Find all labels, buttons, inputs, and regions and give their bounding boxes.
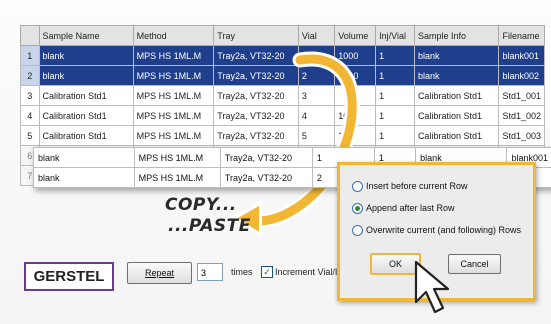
cell-filename[interactable]: Std1_002 <box>498 105 545 126</box>
option-insert-before-label: Insert before current Row <box>366 181 468 191</box>
pasted-cell-tray[interactable]: Tray2a, VT32-20 <box>219 167 313 188</box>
cell-sample-info[interactable]: Calibration Std1 <box>413 105 500 126</box>
radio-insert-before[interactable] <box>352 181 363 193</box>
col-header-sample-info[interactable]: Sample Info <box>413 25 500 46</box>
cell-volume[interactable]: 1000 <box>334 65 377 86</box>
pasted-cell-sample-name[interactable]: blank <box>33 167 135 188</box>
col-header-method[interactable]: Method <box>132 25 215 46</box>
col-header-filename[interactable]: Filename <box>498 25 545 46</box>
increment-label: Increment Vial/I <box>275 267 338 277</box>
col-header-volume[interactable]: Volume <box>334 25 377 46</box>
pasted-cell-method[interactable]: MPS HS 1ML.M <box>133 147 221 168</box>
cell-method[interactable]: MPS HS 1ML.M <box>132 105 215 126</box>
col-header-tray[interactable]: Tray <box>213 25 299 46</box>
cell-vial[interactable]: 5 <box>297 125 336 146</box>
cell-tray[interactable]: Tray2a, VT32-20 <box>213 85 299 106</box>
sequence-table-window: Sample Name Method Tray Vial Volume Inj/… <box>0 0 551 324</box>
cell-inj-vial[interactable]: 1 <box>375 65 415 86</box>
pasted-cell-sample-name[interactable]: blank <box>33 147 135 168</box>
cell-inj-vial[interactable]: 1 <box>375 125 415 146</box>
cell-tray[interactable]: Tray2a, VT32-20 <box>213 105 299 126</box>
cell-volume[interactable]: 100 <box>334 125 377 146</box>
cell-sample-name[interactable]: Calibration Std1 <box>38 125 134 146</box>
cell-sample-name[interactable]: blank <box>38 65 134 86</box>
option-insert-before[interactable]: Insert before current Row <box>352 181 468 193</box>
pasted-cell-tray[interactable]: Tray2a, VT32-20 <box>219 147 313 168</box>
cell-filename[interactable]: Std1_003 <box>498 125 545 146</box>
cell-inj-vial[interactable]: 1 <box>375 85 415 106</box>
option-overwrite[interactable]: Overwrite current (and following) Rows <box>352 225 522 237</box>
table-row[interactable]: 1 blank MPS HS 1ML.M Tray2a, VT32-20 1 1000 1 b… <box>20 45 545 66</box>
cell-vial[interactable]: 4 <box>297 105 336 126</box>
row-number[interactable]: 1 <box>20 45 40 66</box>
col-header-rownum <box>20 25 40 46</box>
row-number[interactable]: 4 <box>20 105 40 126</box>
paste-caption: ...PASTE <box>168 216 251 236</box>
cell-vial[interactable]: 1 <box>297 45 336 66</box>
cell-sample-name[interactable]: Calibration Std1 <box>38 105 134 126</box>
col-header-sample-name[interactable]: Sample Name <box>38 25 134 46</box>
cell-method[interactable]: MPS HS 1ML.M <box>132 65 215 86</box>
option-append-after-label: Append after last Row <box>366 203 455 213</box>
cell-filename[interactable]: blank002 <box>498 65 545 86</box>
cell-volume[interactable]: 100 <box>334 105 377 126</box>
cell-inj-vial[interactable]: 1 <box>375 45 415 66</box>
cell-sample-info[interactable]: Calibration Std1 <box>413 125 500 146</box>
cell-method[interactable]: MPS HS 1ML.M <box>132 125 215 146</box>
cell-method[interactable]: MPS HS 1ML.M <box>132 45 215 66</box>
mouse-pointer-icon <box>414 260 450 314</box>
table-row[interactable]: 5 Calibration Std1 MPS HS 1ML.M Tray2a, VT3… <box>20 125 545 146</box>
times-label: times <box>231 267 253 277</box>
row-number[interactable]: 2 <box>20 65 40 86</box>
repeat-button[interactable]: Repeat <box>127 262 192 284</box>
table-header-row: Sample Name Method Tray Vial Volume Inj/… <box>20 25 545 46</box>
cell-method[interactable]: MPS HS 1ML.M <box>132 85 215 106</box>
radio-append-after[interactable] <box>352 203 363 215</box>
col-header-inj-vial[interactable]: Inj/Vial <box>375 25 415 46</box>
row-number[interactable]: 5 <box>20 125 40 146</box>
cell-sample-info[interactable]: blank <box>413 65 500 86</box>
cell-vial[interactable]: 2 <box>297 65 336 86</box>
col-header-vial[interactable]: Vial <box>297 25 336 46</box>
cell-sample-name[interactable]: blank <box>38 45 134 66</box>
option-overwrite-label: Overwrite current (and following) Rows <box>366 225 522 235</box>
copy-caption: COPY... <box>165 195 237 215</box>
cell-inj-vial[interactable]: 1 <box>375 105 415 126</box>
cell-tray[interactable]: Tray2a, VT32-20 <box>213 65 299 86</box>
cell-sample-info[interactable]: Calibration Std1 <box>413 85 500 106</box>
table-row[interactable]: 4 Calibration Std1 MPS HS 1ML.M Tray2a, VT3… <box>20 105 545 126</box>
row-number[interactable]: 3 <box>20 85 40 106</box>
repeat-button-label: Repeat <box>144 268 175 278</box>
table-row[interactable]: 3 Calibration Std1 MPS HS 1ML.M Tray2a, VT3… <box>20 85 545 106</box>
cell-tray[interactable]: Tray2a, VT32-20 <box>213 45 299 66</box>
cell-volume[interactable]: 1000 <box>334 45 377 66</box>
option-append-after[interactable]: Append after last Row <box>352 203 455 215</box>
cell-vial[interactable]: 3 <box>297 85 336 106</box>
radio-overwrite[interactable] <box>352 225 363 237</box>
cell-volume[interactable] <box>334 85 377 106</box>
repeat-count-input[interactable]: 3 <box>197 263 223 281</box>
cell-sample-name[interactable]: Calibration Std1 <box>38 85 134 106</box>
cell-tray[interactable]: Tray2a, VT32-20 <box>213 125 299 146</box>
table-row[interactable]: 2 blank MPS HS 1ML.M Tray2a, VT32-20 2 1000 1 b… <box>20 65 545 86</box>
cell-filename[interactable]: blank001 <box>498 45 545 66</box>
pasted-cell-method[interactable]: MPS HS 1ML.M <box>133 167 221 188</box>
cell-sample-info[interactable]: blank <box>413 45 500 66</box>
cell-filename[interactable]: Std1_001 <box>498 85 545 106</box>
gerstel-logo: GERSTEL <box>24 262 114 291</box>
increment-checkbox[interactable]: ✓ <box>261 266 273 278</box>
